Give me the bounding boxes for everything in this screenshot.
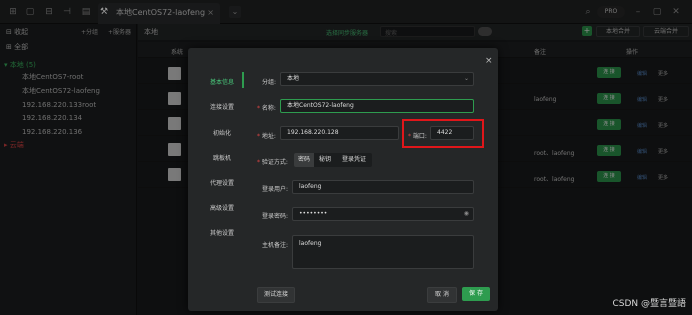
nav-advanced[interactable]: 高级设置 bbox=[200, 203, 244, 212]
group-select[interactable]: 本地 ⌄ bbox=[280, 72, 474, 86]
eye-icon[interactable]: ◉ bbox=[464, 208, 469, 220]
password-input[interactable]: •••••••• ◉ bbox=[292, 207, 474, 221]
user-input[interactable]: laofeng bbox=[292, 180, 474, 194]
nav-jump-host[interactable]: 跳板机 bbox=[200, 153, 244, 162]
group-label: 分组: bbox=[262, 79, 277, 86]
tools-icon[interactable]: ⚒ bbox=[98, 6, 110, 18]
auth-password-option[interactable]: 密码 bbox=[294, 153, 314, 167]
nav-init[interactable]: 初始化 bbox=[200, 128, 244, 137]
user-label: 登录用户: bbox=[262, 186, 289, 193]
note-textarea[interactable]: laofeng bbox=[292, 235, 474, 269]
host-label: * 地址: bbox=[257, 133, 276, 140]
chevron-down-icon: ⌄ bbox=[463, 75, 469, 82]
close-icon[interactable]: × bbox=[485, 56, 493, 66]
auth-label: * 验证方式: bbox=[257, 159, 288, 166]
nav-connection[interactable]: 连接设置 bbox=[200, 102, 244, 111]
highlight-box bbox=[402, 119, 484, 148]
nav-proxy[interactable]: 代理设置 bbox=[200, 178, 244, 187]
name-input[interactable]: 本地CentOS72-laofeng bbox=[280, 99, 474, 113]
nav-basic[interactable]: 基本信息 bbox=[200, 77, 244, 86]
cancel-button[interactable]: 取 消 bbox=[427, 287, 457, 303]
watermark: CSDN @暨言暨語 bbox=[612, 299, 686, 309]
auth-credential-option[interactable]: 登录凭证 bbox=[336, 153, 372, 167]
test-connection-button[interactable]: 测试连接 bbox=[257, 287, 295, 303]
name-label: * 名称: bbox=[257, 105, 276, 112]
auth-key-option[interactable]: 秘钥 bbox=[314, 153, 336, 167]
nav-other[interactable]: 其他设置 bbox=[200, 228, 244, 237]
note-label: 主机备注: bbox=[262, 242, 289, 249]
password-label: 登录密码: bbox=[262, 213, 289, 220]
save-button[interactable]: 保 存 bbox=[462, 287, 490, 301]
host-input[interactable]: 192.168.220.128 bbox=[280, 126, 399, 140]
